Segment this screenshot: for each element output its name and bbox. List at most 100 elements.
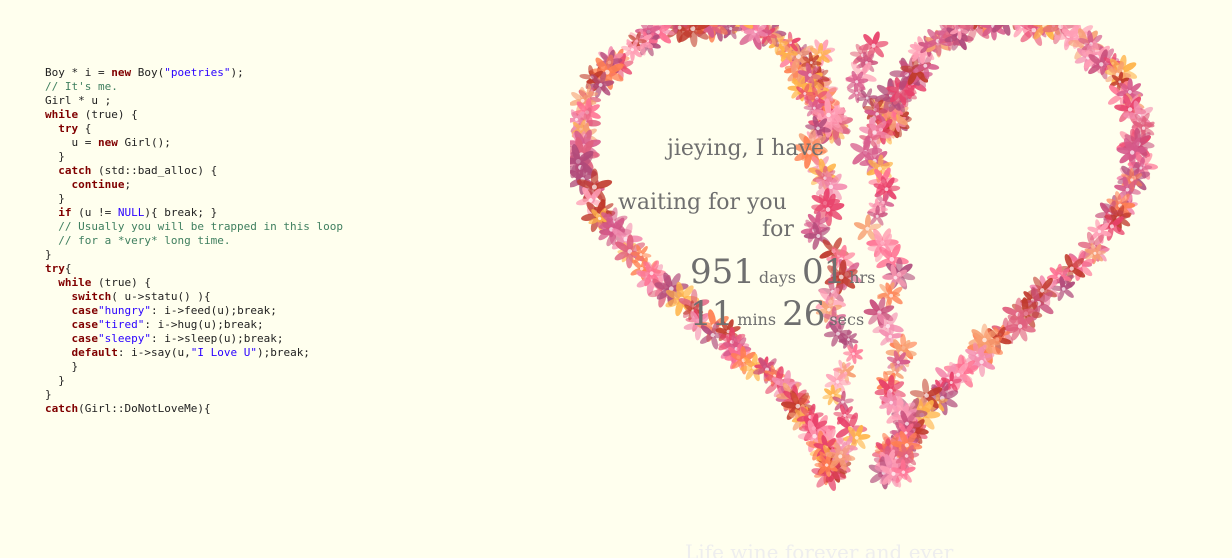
code-token: Girl(); <box>117 136 171 149</box>
code-token: NULL <box>117 206 145 219</box>
code-line: default: i->say(u,"I Love U");break; <box>45 346 343 360</box>
code-token: default <box>71 346 118 359</box>
code-token: ); <box>230 66 244 79</box>
code-line: case"hungry": i->feed(u);break; <box>45 304 343 318</box>
code-line: // It's me. <box>45 80 343 94</box>
footer-text: Life wine forever and ever <box>685 540 954 558</box>
code-token: switch <box>71 290 112 303</box>
code-token: case <box>71 332 99 345</box>
code-line: catch (std::bad_alloc) { <box>45 164 343 178</box>
code-line: u = new Girl(); <box>45 136 343 150</box>
code-line: catch(Girl::DoNotLoveMe){ <box>45 402 343 416</box>
code-token: : i->sleep(u);break; <box>150 332 284 345</box>
code-token: ; <box>124 178 132 191</box>
code-token: // It's me. <box>45 80 118 93</box>
code-line: while (true) { <box>45 108 343 122</box>
code-token: Girl * u ; <box>45 94 112 107</box>
code-line: Girl * u ; <box>45 94 343 108</box>
code-line: // Usually you will be trapped in this l… <box>45 220 343 234</box>
code-token: "tired" <box>98 318 145 331</box>
code-token: );break; <box>256 346 310 359</box>
code-token: : i->feed(u);break; <box>150 304 277 317</box>
message-line-1: jieying, I have <box>667 136 824 161</box>
code-token: new <box>111 66 132 79</box>
code-token: } <box>45 192 65 205</box>
code-line: } <box>45 192 343 206</box>
code-token: case <box>71 304 99 317</box>
timer-days-hours: 951 days 01 hrs <box>690 252 881 292</box>
code-token: u = <box>45 136 98 149</box>
code-line: while (true) { <box>45 276 343 290</box>
code-token: (Girl::DoNotLoveMe){ <box>78 402 211 415</box>
code-token: } <box>45 388 52 401</box>
code-line: } <box>45 360 343 374</box>
code-token: // Usually you will be trapped in this l… <box>58 220 344 233</box>
code-line: // for a *very* long time. <box>45 234 343 248</box>
code-token: : i->say(u, <box>117 346 191 359</box>
code-token: case <box>71 318 99 331</box>
code-token: catch <box>58 164 92 177</box>
code-line: if (u != NULL){ break; } <box>45 206 343 220</box>
code-token: { <box>64 262 72 275</box>
timer-mins-unit: mins <box>737 310 777 329</box>
code-token: // for a *very* long time. <box>58 234 231 247</box>
code-token: (true) { <box>91 276 151 289</box>
code-line: Boy * i = new Boy("poetries"); <box>45 66 343 80</box>
code-line: continue; <box>45 178 343 192</box>
code-token: } <box>45 150 65 163</box>
code-token: if <box>58 206 72 219</box>
code-token: } <box>45 360 79 373</box>
code-line: } <box>45 248 343 262</box>
code-line: try { <box>45 122 343 136</box>
code-token: continue <box>71 178 125 191</box>
code-token: ( u->statu() ){ <box>111 290 211 303</box>
code-line: try{ <box>45 262 343 276</box>
code-token: : i->hug(u);break; <box>144 318 264 331</box>
timer-days-unit: days <box>758 268 796 287</box>
code-token: { <box>78 122 92 135</box>
code-line: case"tired": i->hug(u);break; <box>45 318 343 332</box>
code-token: } <box>45 248 52 261</box>
code-token: catch <box>45 402 79 415</box>
code-line: case"sleepy": i->sleep(u);break; <box>45 332 343 346</box>
code-token: while <box>58 276 92 289</box>
code-line: } <box>45 150 343 164</box>
code-token: (u != <box>71 206 118 219</box>
timer-mins-value: 11 <box>690 294 734 334</box>
code-token: new <box>97 136 118 149</box>
code-token: ){ break; } <box>144 206 218 219</box>
code-token: "hungry" <box>98 304 151 317</box>
timer-hours-unit: hrs <box>849 268 876 287</box>
code-token: try <box>45 262 65 275</box>
code-token: "sleepy" <box>98 332 151 345</box>
code-token: "poetries" <box>164 66 231 79</box>
timer-secs-value: 26 <box>782 294 826 334</box>
timer-days-value: 951 <box>690 252 755 292</box>
love-page: Boy * i = new Boy("poetries");// It's me… <box>0 0 1232 558</box>
code-token: while <box>45 108 79 121</box>
timer-hours-value: 01 <box>801 252 846 292</box>
code-token: try <box>58 122 79 135</box>
timer-mins-secs: 11 mins 26 secs <box>690 294 870 334</box>
message-line-2: waiting for you <box>618 190 787 215</box>
code-line: switch( u->statu() ){ <box>45 290 343 304</box>
code-token: Boy( <box>131 66 165 79</box>
timer-secs-unit: secs <box>829 310 865 329</box>
code-block: Boy * i = new Boy("poetries");// It's me… <box>45 66 343 416</box>
code-line: } <box>45 374 343 388</box>
code-token: Boy * i = <box>45 66 112 79</box>
code-line: } <box>45 388 343 402</box>
code-token: } <box>45 374 65 387</box>
message-line-3: for <box>762 217 794 242</box>
